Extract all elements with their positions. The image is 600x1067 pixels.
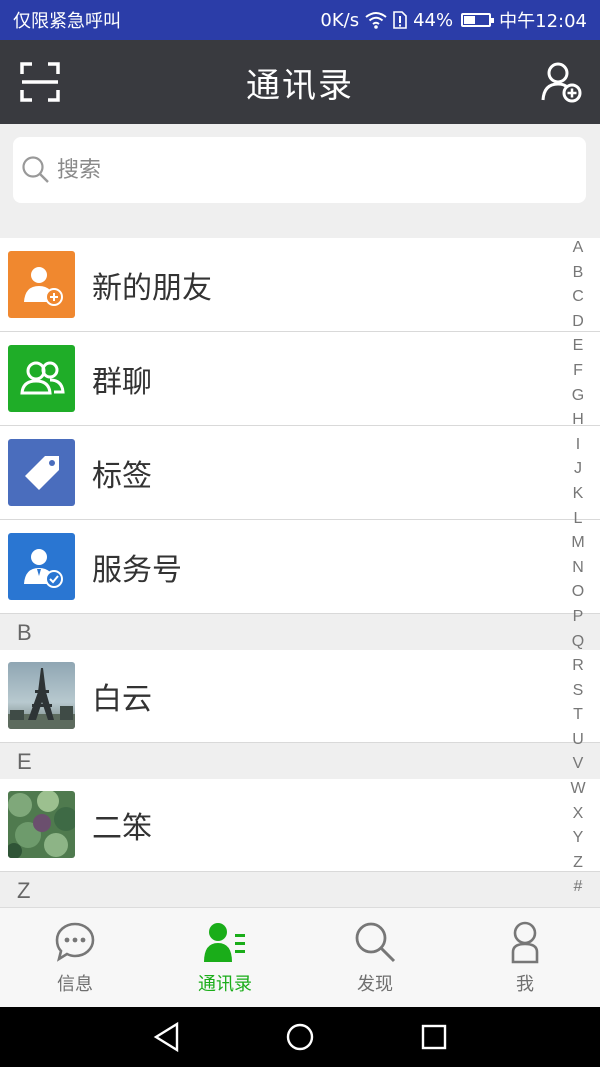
home-icon[interactable] bbox=[285, 1021, 315, 1053]
battery-percent: 44% bbox=[413, 9, 454, 31]
tab-messages[interactable]: 信息 bbox=[0, 908, 150, 1007]
index-letter[interactable]: E bbox=[568, 334, 588, 359]
battery-icon bbox=[461, 13, 495, 27]
item-label: 服务号 bbox=[92, 552, 182, 588]
clock: 中午12:04 bbox=[499, 11, 587, 32]
search-icon bbox=[22, 156, 49, 183]
tab-contacts[interactable]: 通讯录 bbox=[150, 908, 300, 1007]
status-bar: 仅限紧急呼叫 0K/s 44% 中午12:04 bbox=[0, 0, 600, 40]
index-letter[interactable]: Q bbox=[568, 630, 588, 655]
sim-warning-icon bbox=[393, 11, 407, 29]
add-friend-icon bbox=[8, 251, 75, 318]
tab-label: 通讯录 bbox=[198, 974, 252, 995]
chat-bubble-icon bbox=[55, 922, 95, 962]
index-letter[interactable]: # bbox=[568, 875, 588, 900]
index-letter[interactable]: B bbox=[568, 261, 588, 286]
back-icon[interactable] bbox=[152, 1021, 182, 1053]
index-letter[interactable]: K bbox=[568, 482, 588, 507]
network-speed: 0K/s bbox=[320, 9, 360, 31]
index-letter[interactable]: A bbox=[568, 236, 588, 261]
tag-icon bbox=[8, 439, 75, 506]
tab-discover[interactable]: 发现 bbox=[300, 908, 450, 1007]
index-letter[interactable]: O bbox=[568, 580, 588, 605]
wifi-icon bbox=[365, 12, 387, 29]
item-label: 新的朋友 bbox=[92, 270, 212, 306]
contact-row[interactable]: 白云 bbox=[0, 650, 600, 743]
contact-row[interactable]: 二笨 bbox=[0, 779, 600, 872]
service-account-icon bbox=[8, 533, 75, 600]
index-letter[interactable]: N bbox=[568, 556, 588, 581]
item-label: 标签 bbox=[92, 458, 152, 494]
index-letter[interactable]: W bbox=[568, 777, 588, 802]
section-header-z: Z bbox=[0, 872, 600, 908]
index-letter[interactable]: S bbox=[568, 679, 588, 704]
system-nav-bar bbox=[0, 1007, 600, 1067]
search-box[interactable] bbox=[13, 137, 586, 203]
index-letter[interactable]: U bbox=[568, 728, 588, 753]
index-letter[interactable]: M bbox=[568, 531, 588, 556]
index-letter[interactable]: Z bbox=[568, 851, 588, 876]
person-icon bbox=[511, 921, 539, 964]
alphabet-index[interactable]: A B C D E F G H I J K L M N O P Q R S T U V W X Y Z # bbox=[568, 236, 588, 900]
tab-label: 发现 bbox=[357, 974, 393, 995]
page-title: 通讯录 bbox=[246, 65, 354, 106]
index-letter[interactable]: F bbox=[568, 359, 588, 384]
group-chats-item[interactable]: 群聊 bbox=[0, 332, 600, 426]
service-accounts-item[interactable]: 服务号 bbox=[0, 520, 600, 614]
contact-list: 新的朋友 群聊 标签 服务号 B 白云 E 二笨 Z bbox=[0, 238, 600, 908]
contact-name: 二笨 bbox=[92, 811, 152, 846]
index-letter[interactable]: V bbox=[568, 752, 588, 777]
carrier-text: 仅限紧急呼叫 bbox=[13, 11, 121, 32]
discover-search-icon bbox=[355, 922, 396, 963]
tab-label: 我 bbox=[516, 974, 534, 995]
status-indicators: 0K/s 44% 中午12:04 bbox=[320, 7, 587, 33]
tags-item[interactable]: 标签 bbox=[0, 426, 600, 520]
index-letter[interactable]: Y bbox=[568, 826, 588, 851]
index-letter[interactable]: I bbox=[568, 433, 588, 458]
index-letter[interactable]: J bbox=[568, 457, 588, 482]
tab-label: 信息 bbox=[57, 974, 93, 995]
index-letter[interactable]: D bbox=[568, 310, 588, 335]
index-letter[interactable]: P bbox=[568, 605, 588, 630]
tab-me[interactable]: 我 bbox=[450, 908, 600, 1007]
index-letter[interactable]: C bbox=[568, 285, 588, 310]
plants-photo bbox=[8, 791, 75, 858]
item-label: 群聊 bbox=[92, 364, 152, 400]
eiffel-tower-photo bbox=[8, 662, 75, 729]
contact-name: 白云 bbox=[92, 682, 152, 717]
search-area bbox=[0, 124, 600, 208]
section-header-b: B bbox=[0, 614, 600, 650]
group-chat-icon bbox=[8, 345, 75, 412]
search-input[interactable] bbox=[57, 157, 537, 183]
recents-icon[interactable] bbox=[420, 1021, 448, 1053]
index-letter[interactable]: R bbox=[568, 654, 588, 679]
index-letter[interactable]: L bbox=[568, 507, 588, 532]
index-letter[interactable]: X bbox=[568, 802, 588, 827]
section-header-e: E bbox=[0, 743, 600, 779]
add-contact-icon[interactable] bbox=[540, 60, 584, 104]
index-letter[interactable]: H bbox=[568, 408, 588, 433]
bottom-tab-bar: 信息 通讯录 发现 我 bbox=[0, 907, 600, 1007]
contacts-icon bbox=[204, 923, 245, 962]
index-letter[interactable]: G bbox=[568, 384, 588, 409]
title-bar: 通讯录 bbox=[0, 40, 600, 124]
new-friends-item[interactable]: 新的朋友 bbox=[0, 238, 600, 332]
index-letter[interactable]: T bbox=[568, 703, 588, 728]
scan-icon[interactable] bbox=[18, 60, 62, 104]
